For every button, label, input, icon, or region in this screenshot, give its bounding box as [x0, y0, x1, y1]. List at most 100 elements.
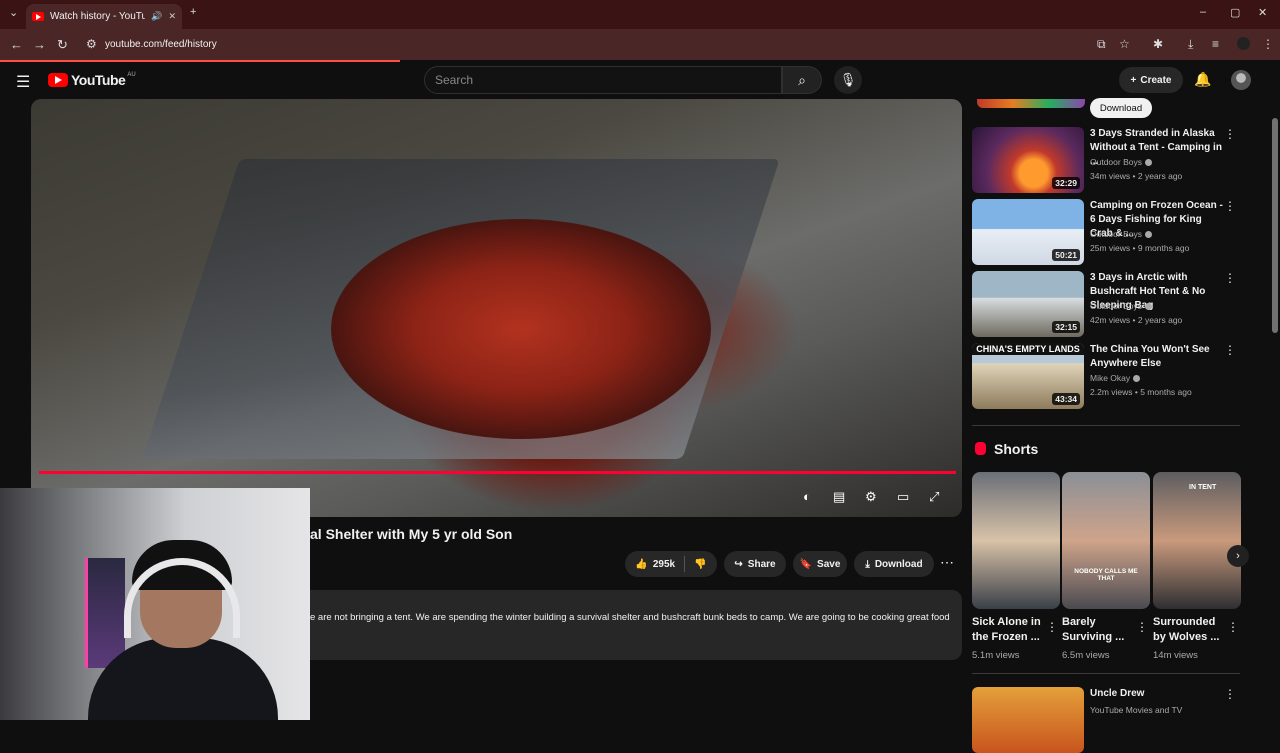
recommendation-item[interactable]: 32:15 3 Days in Arctic with Bushcraft Ho… [972, 271, 1242, 337]
video-thumbnail[interactable]: 32:15 [972, 271, 1084, 337]
page-load-bar [0, 60, 400, 62]
like-dislike-group[interactable]: 👍 295k 👎 [625, 551, 717, 577]
short-title[interactable]: Sick Alone in the Frozen ... [972, 615, 1044, 645]
video-title: al Shelter with My 5 yr old Son [310, 526, 513, 542]
bookmark-star-icon[interactable]: ☆ [1119, 37, 1130, 51]
minimize-icon[interactable]: – [1200, 6, 1206, 18]
avatar[interactable] [1231, 70, 1251, 90]
page-scrollbar[interactable] [1272, 118, 1278, 333]
more-options-icon[interactable]: ⋮ [1136, 620, 1148, 634]
more-options-icon[interactable]: ⋮ [1224, 687, 1236, 701]
duration-badge: 32:29 [1052, 177, 1080, 189]
thumbnail-overlay-text: CHINA'S EMPTY LANDS [972, 343, 1084, 355]
video-meta: 25m views • 9 months ago [1090, 243, 1190, 253]
short-item[interactable]: NOBODY CALLS ME THAT Barely Surviving ..… [1062, 472, 1150, 661]
notifications-bell-icon[interactable]: 🔔 [1194, 71, 1211, 88]
extensions-icon[interactable]: ✱ [1153, 37, 1163, 51]
subtitles-icon[interactable]: ▤ [833, 489, 845, 505]
download-icon: ⤓ [865, 558, 870, 570]
more-actions-icon[interactable]: ⋯ [940, 554, 954, 571]
video-progress-bar[interactable] [39, 471, 956, 474]
miniplayer-icon[interactable]: ▭ [897, 489, 909, 505]
save-button[interactable]: 🔖 Save [793, 551, 847, 577]
microphone-icon: 🎙 [839, 72, 857, 87]
region-code: AU [127, 72, 136, 78]
tab-title: Watch history - YouTube [50, 11, 146, 22]
menu-icon[interactable]: ☰ [16, 72, 30, 92]
recommendation-title[interactable]: Uncle Drew [1090, 687, 1226, 701]
verified-icon [1144, 159, 1152, 166]
audio-icon[interactable]: 🔊 [151, 11, 162, 22]
more-options-icon[interactable]: ⋮ [1046, 620, 1058, 634]
downloads-icon[interactable]: ⤓ [1188, 37, 1193, 52]
short-title[interactable]: Surrounded by Wolves ... [1153, 615, 1225, 645]
fullscreen-icon[interactable]: ⤢ [929, 489, 939, 505]
profile-icon[interactable] [1237, 37, 1250, 50]
more-options-icon[interactable]: ⋮ [1224, 271, 1236, 285]
recommendation-item[interactable]: 32:29 3 Days Stranded in Alaska Without … [972, 127, 1242, 193]
recommendation-item[interactable]: Uncle Drew YouTube Movies and TV ⋮ [972, 687, 1242, 753]
video-player[interactable]: ◐ ▤ ⚙ ▭ ⤢ [31, 99, 962, 517]
duration-badge: 32:15 [1052, 321, 1080, 333]
video-thumbnail[interactable]: 32:29 [972, 127, 1084, 193]
duration-badge: 50:21 [1052, 249, 1080, 261]
verified-icon [1144, 303, 1152, 310]
close-tab-icon[interactable]: ✕ [168, 11, 176, 22]
channel-name[interactable]: Outdoor Boys [1090, 157, 1152, 167]
autoplay-toggle[interactable]: ◐ [803, 489, 811, 504]
channel-name[interactable]: Outdoor Boys [1090, 301, 1152, 311]
url-field[interactable]: youtube.com/feed/history [80, 34, 1140, 55]
window-close-icon[interactable]: ✕ [1258, 6, 1267, 19]
voice-search-button[interactable]: 🎙 [834, 66, 862, 94]
thumbs-down-icon[interactable]: 👎 [694, 559, 706, 570]
channel-name[interactable]: Mike Okay [1090, 373, 1141, 383]
browser-tab[interactable]: Watch history - YouTube 🔊 ✕ [26, 4, 182, 29]
recommendation-item[interactable]: CHINA'S EMPTY LANDS 43:34 The China You … [972, 343, 1242, 409]
shorts-next-chevron-icon[interactable]: › [1227, 545, 1249, 567]
like-count: 295k [652, 558, 676, 570]
search-input[interactable]: Search [424, 66, 782, 94]
more-options-icon[interactable]: ⋮ [1224, 343, 1236, 357]
download-label: Download [874, 558, 923, 570]
site-info-icon[interactable]: ⚙ [86, 37, 97, 51]
save-label: Save [817, 558, 841, 570]
new-tab-icon[interactable]: + [190, 6, 196, 18]
channel-name[interactable]: Outdoor Boys [1090, 229, 1152, 239]
channel-name[interactable]: YouTube Movies and TV [1090, 705, 1182, 715]
video-thumbnail[interactable]: CHINA'S EMPTY LANDS 43:34 [972, 343, 1084, 409]
create-button[interactable]: + Create [1119, 67, 1183, 93]
recommendation-title[interactable]: The China You Won't See Anywhere Else [1090, 343, 1226, 371]
more-options-icon[interactable]: ⋮ [1224, 127, 1236, 141]
back-icon[interactable]: ← [10, 37, 23, 52]
webcam-shelf [85, 558, 125, 668]
reload-icon[interactable]: ↻ [57, 37, 68, 53]
install-icon[interactable]: ⧉ [1097, 37, 1106, 52]
more-options-icon[interactable]: ⋮ [1224, 199, 1236, 213]
sidebar-download-button[interactable]: Download [1090, 98, 1152, 118]
more-options-icon[interactable]: ⋮ [1227, 620, 1239, 634]
divider [972, 673, 1240, 674]
download-button[interactable]: ⤓ Download [854, 551, 934, 577]
tab-list-icon[interactable]: ⌄ [9, 6, 18, 19]
short-item[interactable]: IN TENT Surrounded by Wolves ... 14m vie… [1153, 472, 1241, 661]
short-title[interactable]: Barely Surviving ... [1062, 615, 1134, 645]
search-button[interactable]: ⌕ [782, 66, 822, 94]
share-button[interactable]: ↪ Share [724, 551, 786, 577]
youtube-logo[interactable]: YouTube AU [48, 72, 136, 88]
video-thumbnail[interactable]: 50:21 [972, 199, 1084, 265]
browser-menu-icon[interactable]: ⋮ [1262, 37, 1274, 51]
short-item[interactable]: Sick Alone in the Frozen ... 5.1m views … [972, 472, 1060, 661]
settings-gear-icon[interactable]: ⚙ [865, 489, 877, 505]
video-thumbnail[interactable] [972, 687, 1084, 753]
media-icon[interactable]: ≡ [1212, 37, 1219, 51]
short-overlay-text: NOBODY CALLS ME THAT [1074, 568, 1138, 582]
video-frame-crayfish [331, 219, 711, 439]
short-thumbnail[interactable]: IN TENT [1153, 472, 1241, 609]
forward-icon[interactable]: → [33, 37, 46, 52]
recommendation-item[interactable]: 50:21 Camping on Frozen Ocean - 6 Days F… [972, 199, 1242, 265]
short-thumbnail[interactable] [972, 472, 1060, 609]
thumbs-up-icon[interactable]: 👍 [635, 559, 647, 570]
maximize-icon[interactable]: ▢ [1230, 6, 1240, 19]
partial-thumbnail[interactable] [977, 99, 1085, 108]
short-thumbnail[interactable]: NOBODY CALLS ME THAT [1062, 472, 1150, 609]
